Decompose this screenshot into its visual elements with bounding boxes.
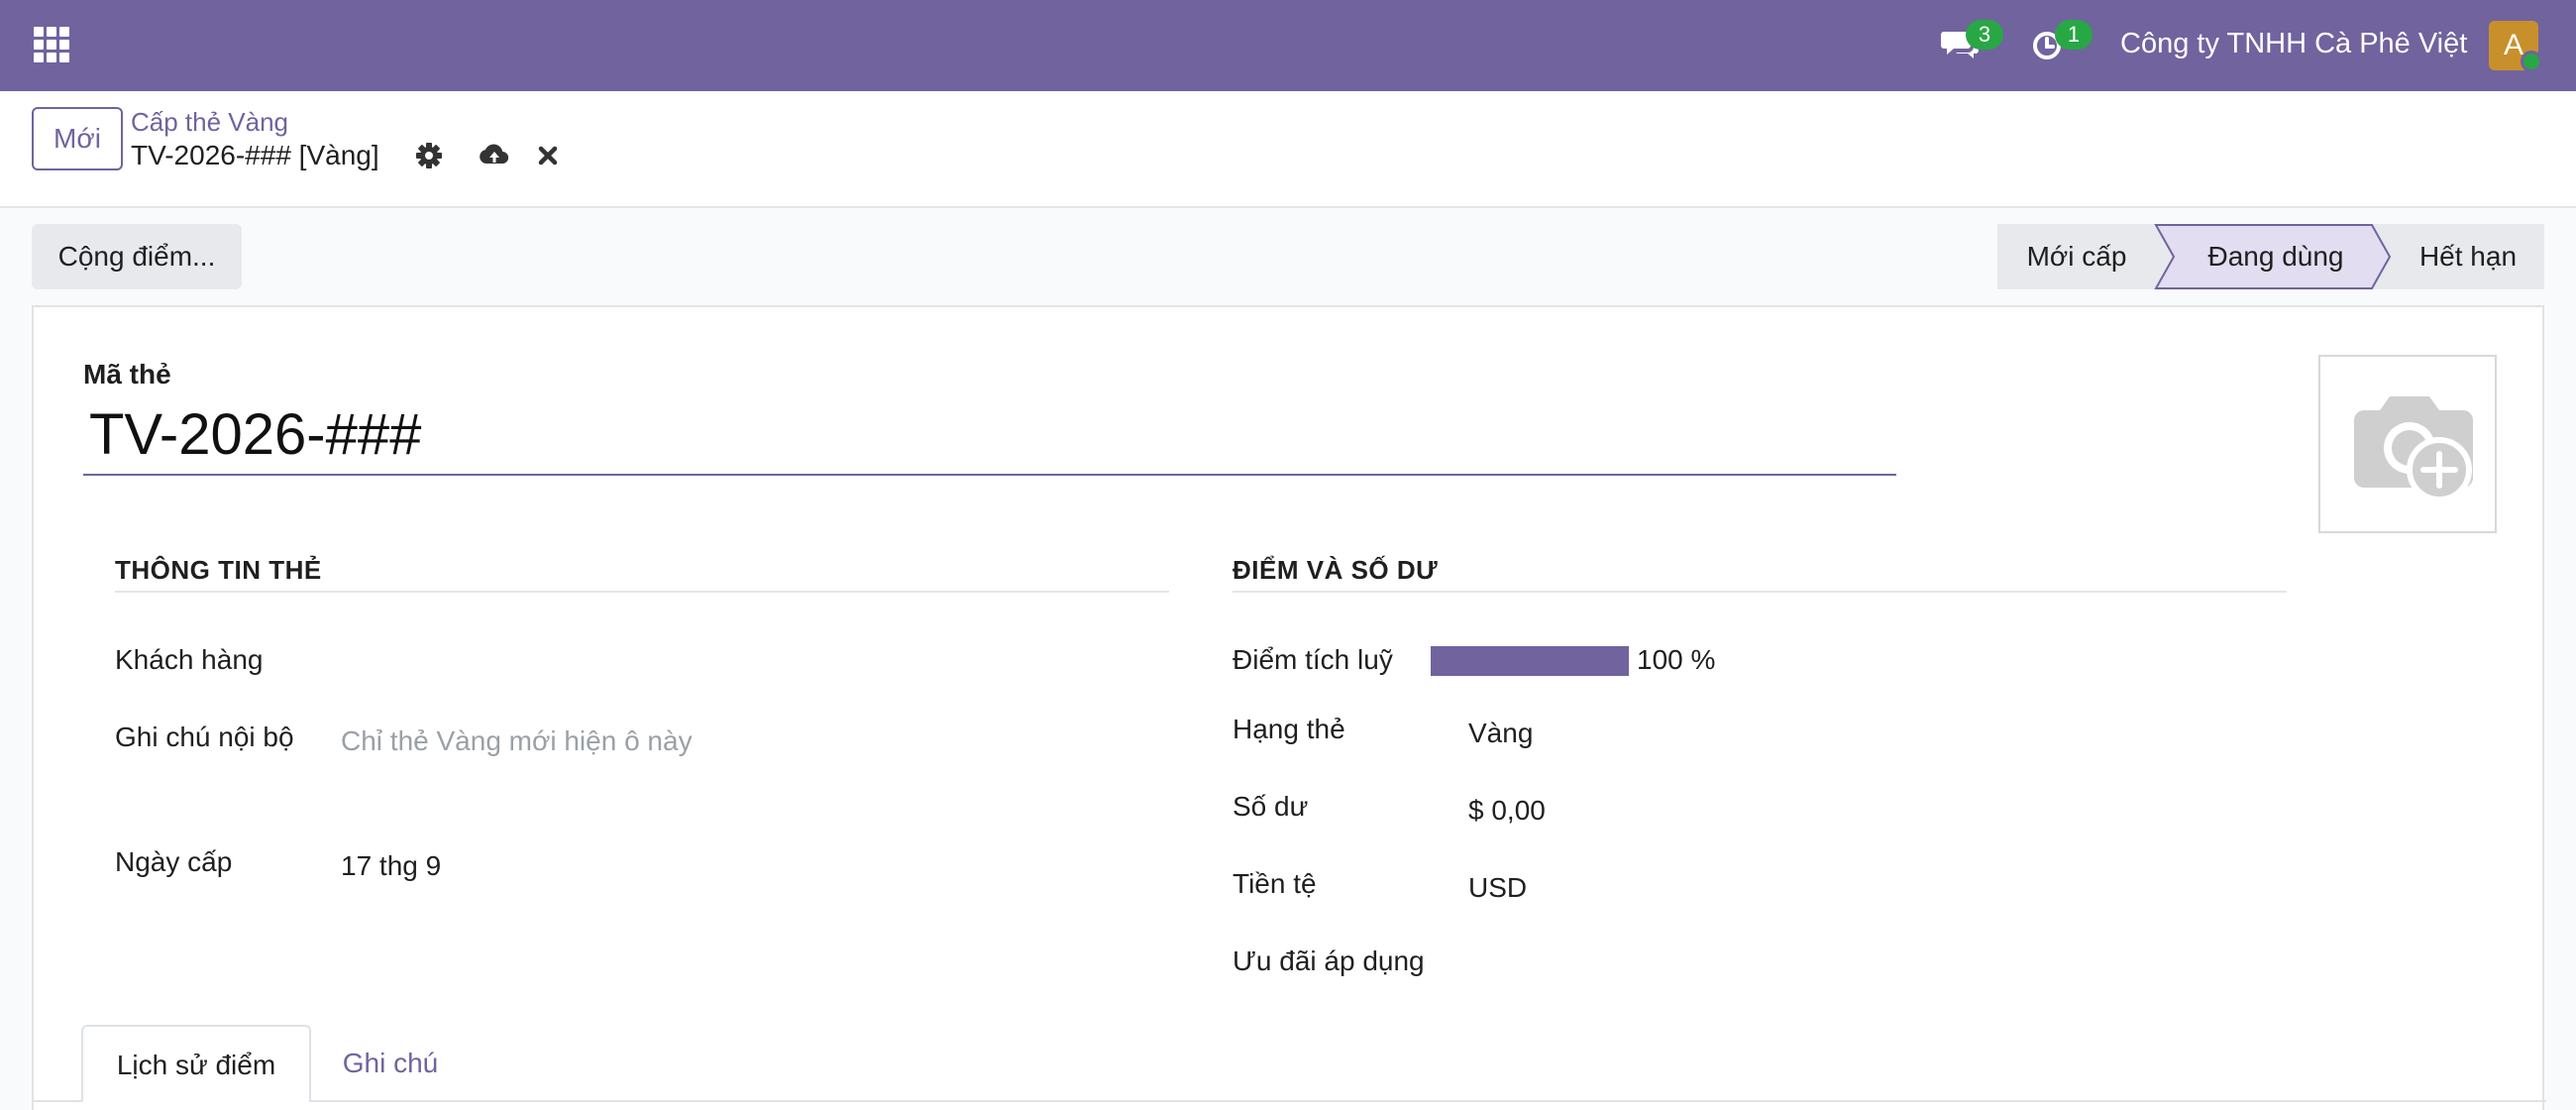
internal-note-field[interactable]: Chỉ thẻ Vàng mới hiện ô này <box>341 725 693 757</box>
customer-label: Khách hàng <box>115 644 264 675</box>
offers-field[interactable] <box>1468 945 2063 981</box>
points-label: Điểm tích luỹ <box>1233 644 1393 675</box>
card-info-group-title: THÔNG TIN THẺ <box>115 555 322 585</box>
status-step-expired[interactable]: Hết hạn <box>2392 224 2544 289</box>
gear-icon[interactable] <box>412 139 446 172</box>
card-info-divider <box>115 591 1169 593</box>
breadcrumb-parent-link[interactable]: Cấp thẻ Vàng <box>131 107 288 138</box>
status-step-active[interactable]: Đang dùng <box>2180 224 2372 289</box>
issue-date-field[interactable]: 17 thg 9 <box>341 850 441 882</box>
apps-menu-icon[interactable] <box>34 27 69 62</box>
currency-label: Tiền tệ <box>1233 868 1317 899</box>
points-percent-text: 100 % <box>1637 644 1716 675</box>
status-bar: Mới cấp Đang dùng Hết hạn <box>1997 224 2544 289</box>
card-code-label: Mã thẻ <box>83 359 171 389</box>
balance-field: $ 0,00 <box>1468 795 1546 826</box>
company-switcher[interactable]: Công ty TNHH Cà Phê Việt <box>2120 28 2467 60</box>
tab-notes[interactable]: Ghi chú <box>321 1025 460 1102</box>
points-balance-divider <box>1233 591 2287 593</box>
discard-close-icon[interactable] <box>531 139 565 172</box>
record-title: TV-2026-### [Vàng] <box>131 140 379 170</box>
add-points-button[interactable]: Cộng điểm... <box>32 224 242 289</box>
tab-points-history[interactable]: Lịch sử điểm <box>81 1025 311 1102</box>
top-navbar: 3 1 Công ty TNHH Cà Phê Việt A <box>0 0 2576 91</box>
issue-date-label: Ngày cấp <box>115 846 233 877</box>
balance-label: Số dư <box>1233 791 1309 822</box>
internal-note-label: Ghi chú nội bộ <box>115 722 294 752</box>
activities-count-badge: 1 <box>2055 20 2093 50</box>
currency-field[interactable]: USD <box>1468 872 1527 904</box>
image-upload[interactable] <box>2318 355 2497 533</box>
messages-count-badge: 3 <box>1966 20 2003 50</box>
tier-label: Hạng thẻ <box>1233 714 1345 744</box>
points-progress-bar <box>1431 646 1629 676</box>
camera-add-icon <box>2354 396 2473 502</box>
customer-field[interactable] <box>341 644 1074 680</box>
control-panel: Mới Cấp thẻ Vàng TV-2026-### [Vàng] <box>0 91 2576 208</box>
offers-label: Ưu đãi áp dụng <box>1233 945 1425 976</box>
points-progress-fill <box>1431 646 1629 676</box>
status-step-new[interactable]: Mới cấp <box>2001 224 2152 289</box>
card-code-input[interactable]: TV-2026-### <box>83 394 1896 476</box>
new-record-button[interactable]: Mới <box>32 107 123 170</box>
online-status-dot <box>2521 51 2542 72</box>
points-balance-group-title: ĐIỂM VÀ SỐ DƯ <box>1233 555 1439 585</box>
tier-field[interactable]: Vàng <box>1468 718 1533 749</box>
cloud-upload-icon[interactable] <box>478 139 511 172</box>
form-sheet: Mã thẻ TV-2026-### THÔNG TIN THẺ Khách h… <box>32 305 2546 1110</box>
